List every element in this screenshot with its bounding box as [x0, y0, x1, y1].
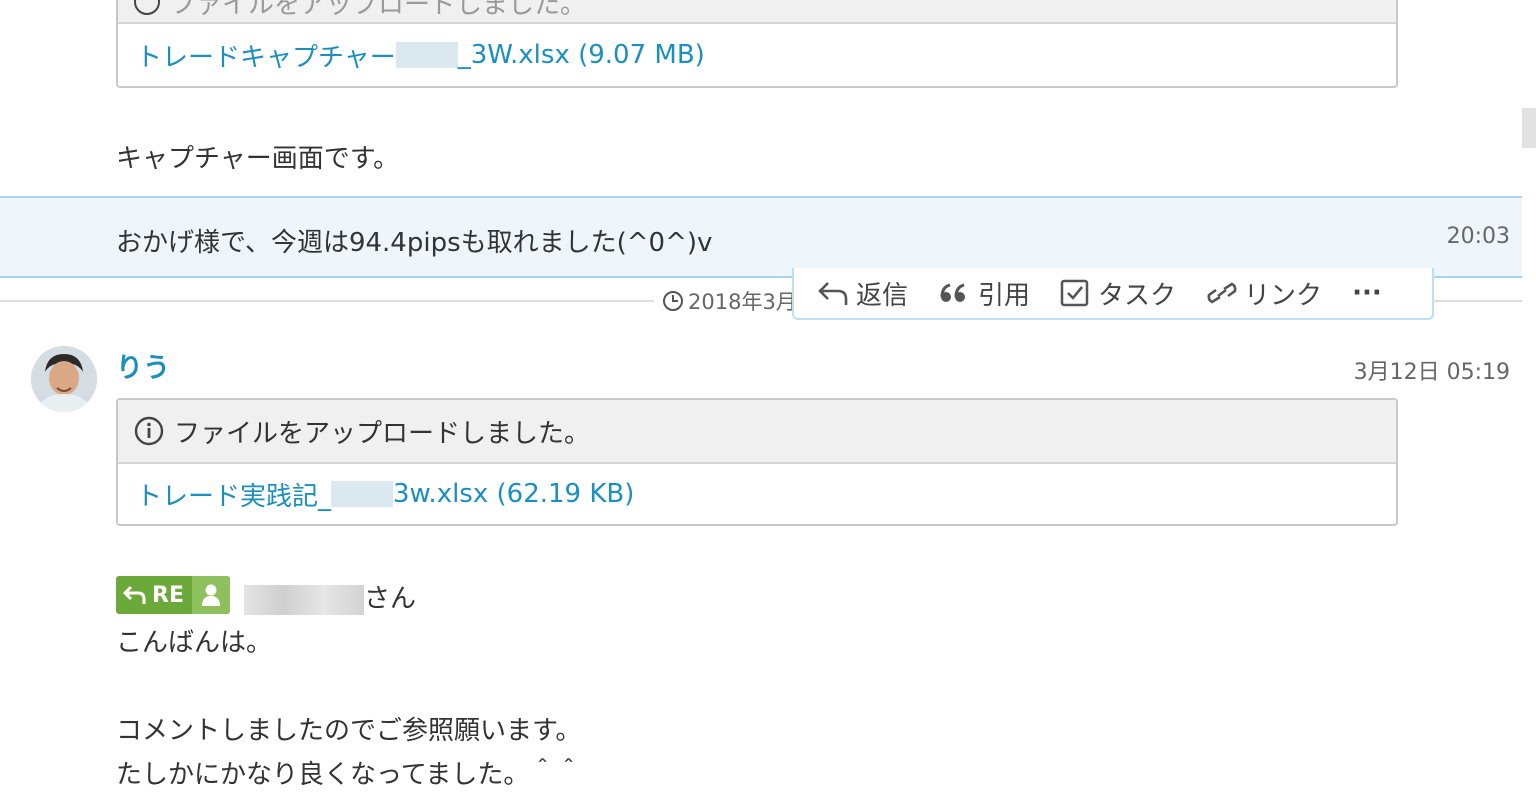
- file-link-prefix[interactable]: トレードキャプチャー: [136, 37, 396, 74]
- file-link-row[interactable]: トレード実践記_ 3w.xlsx (62.19 KB): [118, 464, 1396, 524]
- reply-arrow-icon: [122, 585, 146, 604]
- message-line: こんばんは。: [116, 628, 273, 658]
- chain-link-icon: [1207, 282, 1237, 304]
- redacted-filename-part: [395, 42, 458, 68]
- message-line: コメントしましたのでご参照願います。: [116, 716, 582, 746]
- message-timestamp: 3月12日 05:19: [1353, 360, 1510, 385]
- file-card-header: ファイルをアップロードしました。: [118, 0, 1396, 24]
- message-action-toolbar: 返信 引用 タスク リンク ···: [792, 268, 1434, 320]
- avatar[interactable]: [31, 346, 97, 412]
- file-link-suffix[interactable]: 3w.xlsx (62.19 KB): [393, 479, 634, 509]
- message-timestamp: 20:03: [1446, 224, 1510, 249]
- recipient-mention: さん: [244, 578, 416, 615]
- link-label: リンク: [1244, 280, 1323, 311]
- quote-button[interactable]: 引用: [938, 275, 1030, 312]
- reply-arrow-icon: [818, 282, 848, 305]
- task-label: タスク: [1098, 280, 1177, 311]
- message-text: キャプチャー画面です。: [116, 144, 400, 174]
- file-card-top: ファイルをアップロードしました。 トレードキャプチャー _3W.xlsx (9.…: [116, 0, 1398, 88]
- author-name[interactable]: りう: [116, 346, 170, 385]
- quote-icon: [940, 283, 966, 302]
- file-link-suffix[interactable]: _3W.xlsx (9.07 MB): [458, 40, 705, 70]
- highlighted-message-text: おかげ様で、今週は94.4pipsも取れました(^0^)v: [116, 228, 713, 258]
- reply-badge-left: RE: [116, 583, 192, 608]
- info-icon: [134, 416, 164, 446]
- reply-label: 返信: [856, 280, 909, 311]
- checkbox-icon: [1060, 279, 1089, 307]
- scrollbar-thumb[interactable]: [1522, 108, 1536, 148]
- reply-button[interactable]: 返信: [816, 275, 908, 312]
- quote-label: 引用: [978, 280, 1031, 311]
- clock-icon: [663, 291, 683, 311]
- recipient-honorific: さん: [364, 584, 417, 614]
- file-link-row[interactable]: トレードキャプチャー _3W.xlsx (9.07 MB): [118, 24, 1396, 86]
- avatar-photo: [31, 346, 97, 412]
- reply-badge[interactable]: RE: [116, 576, 230, 614]
- task-button[interactable]: タスク: [1060, 275, 1176, 312]
- redacted-filename-part: [331, 481, 394, 507]
- message-line: たしかにかなり良くなってました。＾＾: [116, 760, 582, 790]
- file-card-header-text: ファイルをアップロードしました。: [174, 418, 591, 449]
- more-options-button[interactable]: ···: [1352, 278, 1382, 308]
- user-icon: [191, 576, 230, 614]
- date-separator-text: 2018年3月: [688, 290, 797, 314]
- reply-badge-label: RE: [152, 582, 184, 608]
- file-card-header-text: ファイルをアップロードしました。: [170, 0, 587, 20]
- redacted-recipient-name: [244, 584, 364, 615]
- file-card-header: ファイルをアップロードしました。: [118, 400, 1396, 464]
- link-button[interactable]: リンク: [1206, 275, 1322, 312]
- file-card: ファイルをアップロードしました。 トレード実践記_ 3w.xlsx (62.19…: [116, 398, 1398, 526]
- file-link-prefix[interactable]: トレード実践記_: [136, 476, 331, 513]
- date-separator: 2018年3月: [654, 286, 805, 316]
- highlighted-message[interactable]: おかげ様で、今週は94.4pipsも取れました(^0^)v 20:03: [0, 196, 1522, 278]
- info-icon: [134, 0, 160, 15]
- more-dots-icon: ···: [1352, 278, 1382, 308]
